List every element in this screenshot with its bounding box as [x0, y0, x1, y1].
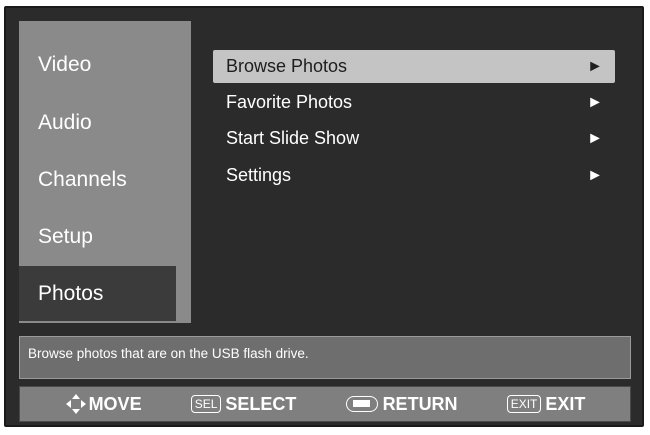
sidebar-item-photos[interactable]: Photos [19, 266, 176, 321]
sidebar-item-label: Audio [38, 110, 92, 134]
tv-osd-menu: Video Audio Channels Setup Photos Browse… [4, 6, 644, 427]
exit-hint: EXIT EXIT [506, 393, 586, 415]
select-label: SELECT [225, 393, 297, 414]
arrow-right-icon: ► [587, 57, 603, 75]
menu-item-browse-photos[interactable]: Browse Photos ► [213, 50, 615, 83]
remote-hints-bar: MOVE SEL SELECT RETURN EXIT EXIT [19, 386, 631, 422]
sidebar-item-video[interactable]: Video [19, 37, 176, 92]
dpad-arrows-icon [65, 394, 86, 414]
menu-item-label: Favorite Photos [226, 92, 353, 112]
arrow-right-icon: ► [587, 166, 603, 184]
return-label: RETURN [382, 393, 458, 414]
menu-item-settings[interactable]: Settings ► [213, 159, 615, 192]
sidebar-item-label: Photos [38, 281, 104, 305]
exit-label: EXIT [545, 393, 586, 414]
move-hint: MOVE [65, 393, 142, 415]
return-hint: RETURN [345, 393, 458, 415]
sidebar-item-setup[interactable]: Setup [19, 209, 176, 264]
sidebar-item-label: Video [38, 52, 92, 76]
menu-item-label: Browse Photos [226, 56, 348, 76]
sel-key-icon: SEL [190, 395, 222, 413]
description-bar: Browse photos that are on the USB flash … [19, 336, 631, 379]
arrow-right-icon: ► [587, 93, 603, 111]
sidebar-item-channels[interactable]: Channels [19, 152, 176, 207]
sidebar-item-label: Setup [38, 224, 93, 248]
menu-item-label: Settings [226, 165, 292, 185]
menu-item-label: Start Slide Show [226, 128, 360, 148]
menu-item-start-slide-show[interactable]: Start Slide Show ► [213, 122, 615, 155]
select-hint: SEL SELECT [190, 393, 297, 415]
category-sidebar: Video Audio Channels Setup Photos [19, 21, 191, 323]
arrow-right-icon: ► [587, 129, 603, 147]
exit-key-icon: EXIT [506, 395, 542, 413]
sidebar-item-audio[interactable]: Audio [19, 95, 176, 150]
move-label: MOVE [88, 393, 142, 414]
menu-item-favorite-photos[interactable]: Favorite Photos ► [213, 86, 615, 119]
photos-submenu: Browse Photos ► Favorite Photos ► Start … [191, 21, 637, 337]
return-key-icon [345, 396, 378, 412]
description-text: Browse photos that are on the USB flash … [28, 346, 309, 361]
sidebar-item-label: Channels [38, 167, 127, 191]
